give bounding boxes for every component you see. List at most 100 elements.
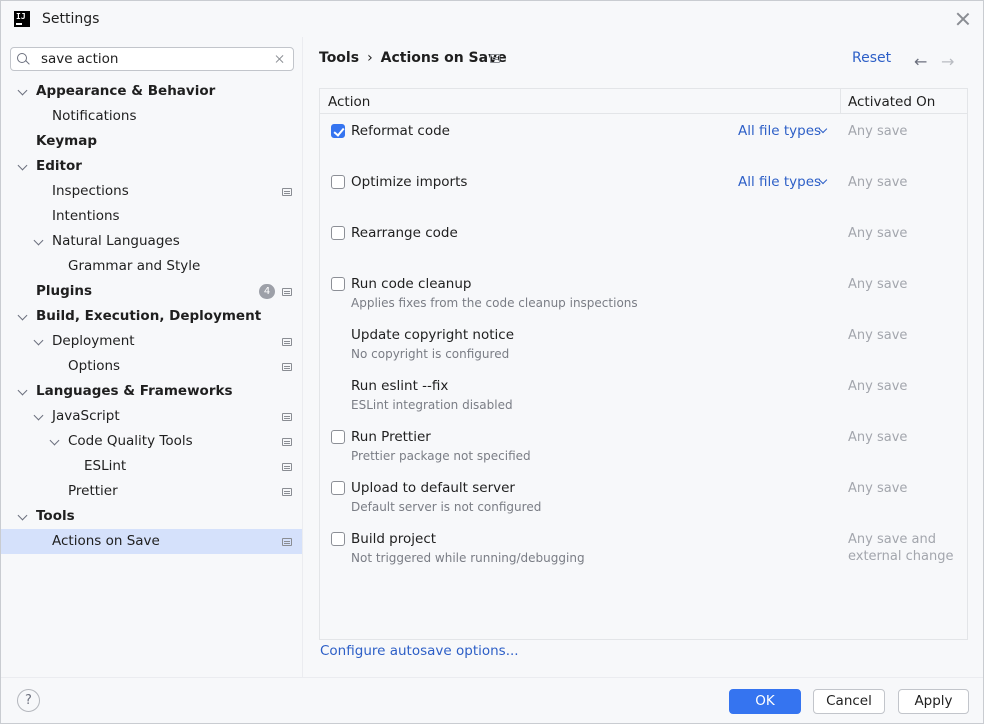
actions-table: Action Activated On Reformat code All fil… <box>319 88 968 640</box>
tree-node[interactable]: Options <box>1 354 302 379</box>
reset-link[interactable]: Reset <box>852 50 891 66</box>
tree-node[interactable]: Tools <box>1 504 302 529</box>
search-value[interactable]: save action <box>41 51 118 67</box>
table-row[interactable]: Reformat code All file types Any save <box>320 115 967 166</box>
tree-node-label: Tools <box>36 508 75 524</box>
clear-search-icon[interactable] <box>274 53 286 65</box>
action-checkbox[interactable] <box>331 430 345 444</box>
ok-button[interactable]: OK <box>729 689 801 714</box>
tree-node-label: JavaScript <box>52 408 120 424</box>
chevron-down-icon[interactable] <box>17 385 28 396</box>
tree-node-label: Plugins <box>36 283 93 299</box>
chevron-down-icon[interactable] <box>33 335 44 346</box>
back-arrow-icon[interactable]: ← <box>914 52 927 71</box>
tree-node-label: Prettier <box>68 483 118 499</box>
project-settings-icon <box>282 538 292 546</box>
help-button[interactable]: ? <box>17 689 40 712</box>
table-row[interactable]: Rearrange code Any save <box>320 217 967 268</box>
activated-on-value: Any save <box>848 379 908 394</box>
tree-node[interactable]: Notifications <box>1 104 302 129</box>
action-checkbox[interactable] <box>331 277 345 291</box>
forward-arrow-icon[interactable]: → <box>941 52 954 71</box>
action-checkbox[interactable] <box>331 226 345 240</box>
close-icon[interactable] <box>954 10 972 28</box>
tree-node[interactable]: Languages & Frameworks <box>1 379 302 404</box>
tree-node[interactable]: Prettier <box>1 479 302 504</box>
action-checkbox[interactable] <box>331 481 345 495</box>
action-title: Rearrange code <box>351 225 458 241</box>
chevron-down-icon[interactable] <box>33 235 44 246</box>
tree-node-label: Intentions <box>52 208 120 224</box>
action-checkbox[interactable] <box>331 175 345 189</box>
table-row[interactable]: Run eslint --fix ESLint integration disab… <box>320 370 967 421</box>
action-description: Default server is not configured <box>351 500 542 514</box>
action-description: No copyright is configured <box>351 347 510 361</box>
tree-node-label: Inspections <box>52 183 129 199</box>
chevron-down-icon[interactable] <box>49 435 60 446</box>
tree-node[interactable]: Inspections <box>1 179 302 204</box>
tree-node[interactable]: Deployment <box>1 329 302 354</box>
project-settings-icon <box>282 438 292 446</box>
tree-node-label: Actions on Save <box>52 533 160 549</box>
table-row[interactable]: Run Prettier Prettier package not specifi… <box>320 421 967 472</box>
tree-node[interactable]: Plugins 4 <box>1 279 302 304</box>
table-row[interactable]: Optimize imports All file types Any save <box>320 166 967 217</box>
file-types-dropdown[interactable]: All file types <box>738 123 821 139</box>
action-title: Update copyright notice <box>351 327 515 343</box>
project-settings-icon <box>282 363 292 371</box>
column-header-action[interactable]: Action <box>328 94 370 110</box>
table-row[interactable]: Update copyright notice No copyright is c… <box>320 319 967 370</box>
action-title: Upload to default server <box>351 480 515 496</box>
tree-node[interactable]: Appearance & Behavior <box>1 79 302 104</box>
project-settings-icon <box>282 413 292 421</box>
window-title: Settings <box>42 11 100 27</box>
action-title: Optimize imports <box>351 174 468 190</box>
file-types-dropdown[interactable]: All file types <box>738 174 821 190</box>
action-title: Reformat code <box>351 123 450 139</box>
column-divider <box>840 89 841 114</box>
activated-on-value: Any save <box>848 430 908 445</box>
cancel-button[interactable]: Cancel <box>813 689 885 714</box>
settings-dialog: IJ Settings save action Appearance & Beh… <box>0 0 984 724</box>
table-row[interactable]: Upload to default server Default server i… <box>320 472 967 523</box>
footer-divider <box>1 677 983 678</box>
tree-node[interactable]: ESLint <box>1 454 302 479</box>
breadcrumb-parent[interactable]: Tools <box>319 50 359 66</box>
tree-node-label: Appearance & Behavior <box>36 83 216 99</box>
tree-node-label: Natural Languages <box>52 233 180 249</box>
table-row[interactable]: Build project Not triggered while running… <box>320 523 967 574</box>
tree-node[interactable]: Intentions <box>1 204 302 229</box>
tree-node[interactable]: JavaScript <box>1 404 302 429</box>
action-checkbox[interactable] <box>331 532 345 546</box>
action-title: Run code cleanup <box>351 276 472 292</box>
configure-autosave-link[interactable]: Configure autosave options... <box>320 643 519 659</box>
chevron-down-icon[interactable] <box>17 160 28 171</box>
column-header-activated-on[interactable]: Activated On <box>848 94 935 110</box>
tree-node[interactable]: Code Quality Tools <box>1 429 302 454</box>
settings-search-input[interactable]: save action <box>10 47 294 71</box>
pane-divider[interactable] <box>302 37 303 677</box>
tree-node-label: Deployment <box>52 333 135 349</box>
tree-node[interactable]: Keymap <box>1 129 302 154</box>
apply-button[interactable]: Apply <box>898 689 969 714</box>
action-title: Build project <box>351 531 437 547</box>
action-title: Run eslint --fix <box>351 378 449 394</box>
tree-node[interactable]: Actions on Save <box>1 529 302 554</box>
tree-node[interactable]: Grammar and Style <box>1 254 302 279</box>
tree-node[interactable]: Editor <box>1 154 302 179</box>
chevron-down-icon[interactable] <box>33 410 44 421</box>
chevron-down-icon[interactable] <box>17 510 28 521</box>
tree-node[interactable]: Natural Languages <box>1 229 302 254</box>
tree-node-label: Languages & Frameworks <box>36 383 233 399</box>
action-description: Prettier package not specified <box>351 449 531 463</box>
chevron-down-icon[interactable] <box>17 85 28 96</box>
activated-on-value: Any save <box>848 124 908 139</box>
action-checkbox[interactable] <box>331 124 345 138</box>
chevron-down-icon[interactable] <box>17 310 28 321</box>
table-row[interactable]: Run code cleanup Applies fixes from the c… <box>320 268 967 319</box>
plugin-updates-badge: 4 <box>259 284 275 299</box>
settings-sidebar: save action Appearance & Behavior Notific… <box>1 37 302 677</box>
activated-on-value: Any save <box>848 226 908 241</box>
tree-node[interactable]: Build, Execution, Deployment <box>1 304 302 329</box>
tree-node-label: Options <box>68 358 121 374</box>
